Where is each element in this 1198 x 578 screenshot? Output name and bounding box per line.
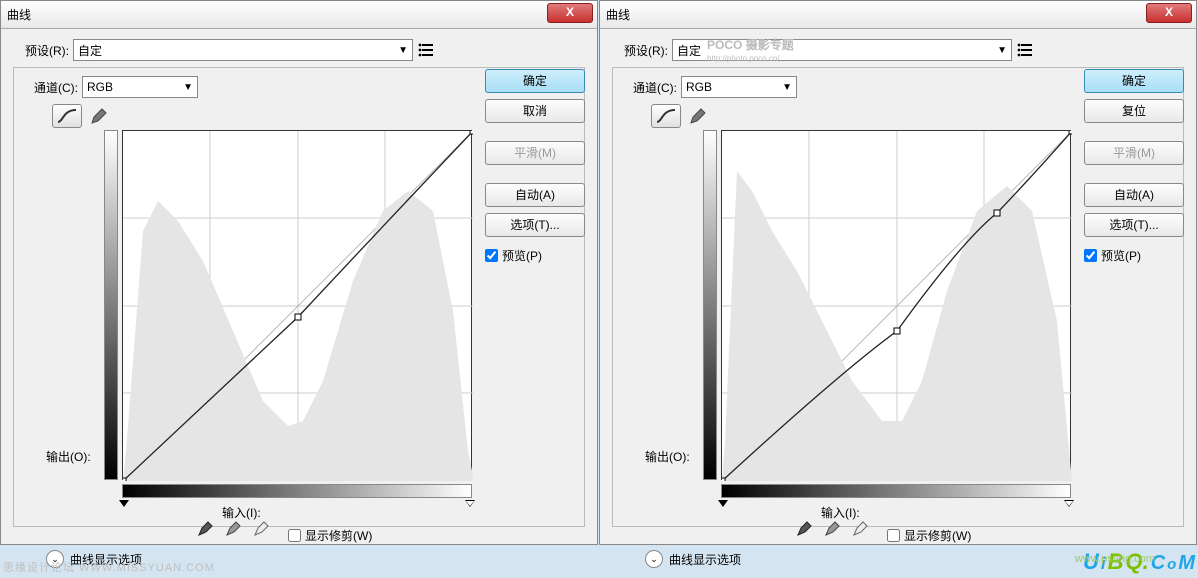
show-clipping-label: 显示修剪(W) [904,527,971,544]
curve-tool-button[interactable] [651,104,681,128]
curves-graph[interactable] [721,130,1071,480]
auto-button[interactable]: 自动(A) [485,183,585,207]
chevron-down-icon: ▼ [183,82,193,93]
watermark-bottom-left: 思缘设计论坛 WWW.MISSYUAN.COM [3,559,215,575]
black-eyedropper[interactable] [192,517,220,539]
close-icon: X [1165,5,1173,19]
ok-button[interactable]: 确定 [485,69,585,93]
channel-value: RGB [686,80,712,94]
gray-eyedropper[interactable] [220,517,248,539]
show-clipping-label: 显示修剪(W) [305,527,372,544]
show-clipping-checkbox[interactable]: 显示修剪(W) [288,527,372,544]
watermark-bottom-right: www.psahg.com UiBQ.CoM [1083,549,1195,575]
preview-input[interactable] [485,249,498,262]
expand-icon: ⌄ [645,550,663,568]
white-point-slider[interactable] [465,500,475,507]
channel-combo[interactable]: RGB ▼ [681,76,797,98]
input-gradient [122,484,472,498]
preset-combo[interactable]: 自定 POCO 摄影专题 http://photo.poco.cn/ ▼ [672,39,1012,61]
smooth-button[interactable]: 平滑(M) [1084,141,1184,165]
preset-combo[interactable]: 自定 ▼ [73,39,413,61]
curve-tool-button[interactable] [52,104,82,128]
preview-checkbox[interactable]: 预览(P) [1084,247,1184,264]
window-title: 曲线 [7,6,31,23]
preset-menu-icon[interactable] [1016,41,1034,59]
pencil-tool-button[interactable] [683,104,713,128]
white-point-slider[interactable] [1064,500,1074,507]
cancel-button[interactable]: 取消 [485,99,585,123]
preset-menu-icon[interactable] [417,41,435,59]
window-title: 曲线 [606,6,630,23]
options-button[interactable]: 选项(T)... [485,213,585,237]
channel-label: 通道(C): [621,79,677,96]
expand-label: 曲线显示选项 [669,551,741,568]
input-gradient [721,484,1071,498]
white-eyedropper[interactable] [248,517,276,539]
curves-dialog-left: 曲线 X 预设(R): 自定 ▼ 通道(C): RGB ▼ [0,0,598,545]
smooth-button[interactable]: 平滑(M) [485,141,585,165]
poco-watermark: POCO 摄影专题 http://photo.poco.cn/ [707,36,997,64]
pencil-tool-button[interactable] [84,104,114,128]
white-eyedropper[interactable] [847,517,875,539]
titlebar[interactable]: 曲线 X [600,1,1196,29]
preset-label: 预设(R): [13,42,69,59]
output-label: 输出(O): [645,448,690,465]
chevron-down-icon: ▼ [782,82,792,93]
close-button[interactable]: X [1146,3,1192,23]
show-clipping-checkbox[interactable]: 显示修剪(W) [887,527,971,544]
preview-input[interactable] [1084,249,1097,262]
auto-button[interactable]: 自动(A) [1084,183,1184,207]
black-point-slider[interactable] [718,500,728,507]
preview-label: 预览(P) [1101,247,1141,264]
options-button[interactable]: 选项(T)... [1084,213,1184,237]
gray-eyedropper[interactable] [819,517,847,539]
chevron-down-icon: ▼ [997,45,1007,56]
output-gradient [104,130,118,480]
channel-value: RGB [87,80,113,94]
channel-combo[interactable]: RGB ▼ [82,76,198,98]
channel-label: 通道(C): [22,79,78,96]
chevron-down-icon: ▼ [398,45,408,56]
black-eyedropper[interactable] [791,517,819,539]
black-point-slider[interactable] [119,500,129,507]
titlebar[interactable]: 曲线 X [1,1,597,29]
output-gradient [703,130,717,480]
preset-value: 自定 [677,42,701,59]
output-label: 输出(O): [46,448,91,465]
ok-button[interactable]: 确定 [1084,69,1184,93]
close-button[interactable]: X [547,3,593,23]
show-clipping-input[interactable] [288,529,301,542]
preset-value: 自定 [78,42,102,59]
preview-label: 预览(P) [502,247,542,264]
cancel-button[interactable]: 复位 [1084,99,1184,123]
show-clipping-input[interactable] [887,529,900,542]
preset-label: 预设(R): [612,42,668,59]
close-icon: X [566,5,574,19]
preview-checkbox[interactable]: 预览(P) [485,247,585,264]
curves-graph[interactable] [122,130,472,480]
curves-dialog-right: 曲线 X 预设(R): 自定 POCO 摄影专题 http://photo.po… [599,0,1197,545]
